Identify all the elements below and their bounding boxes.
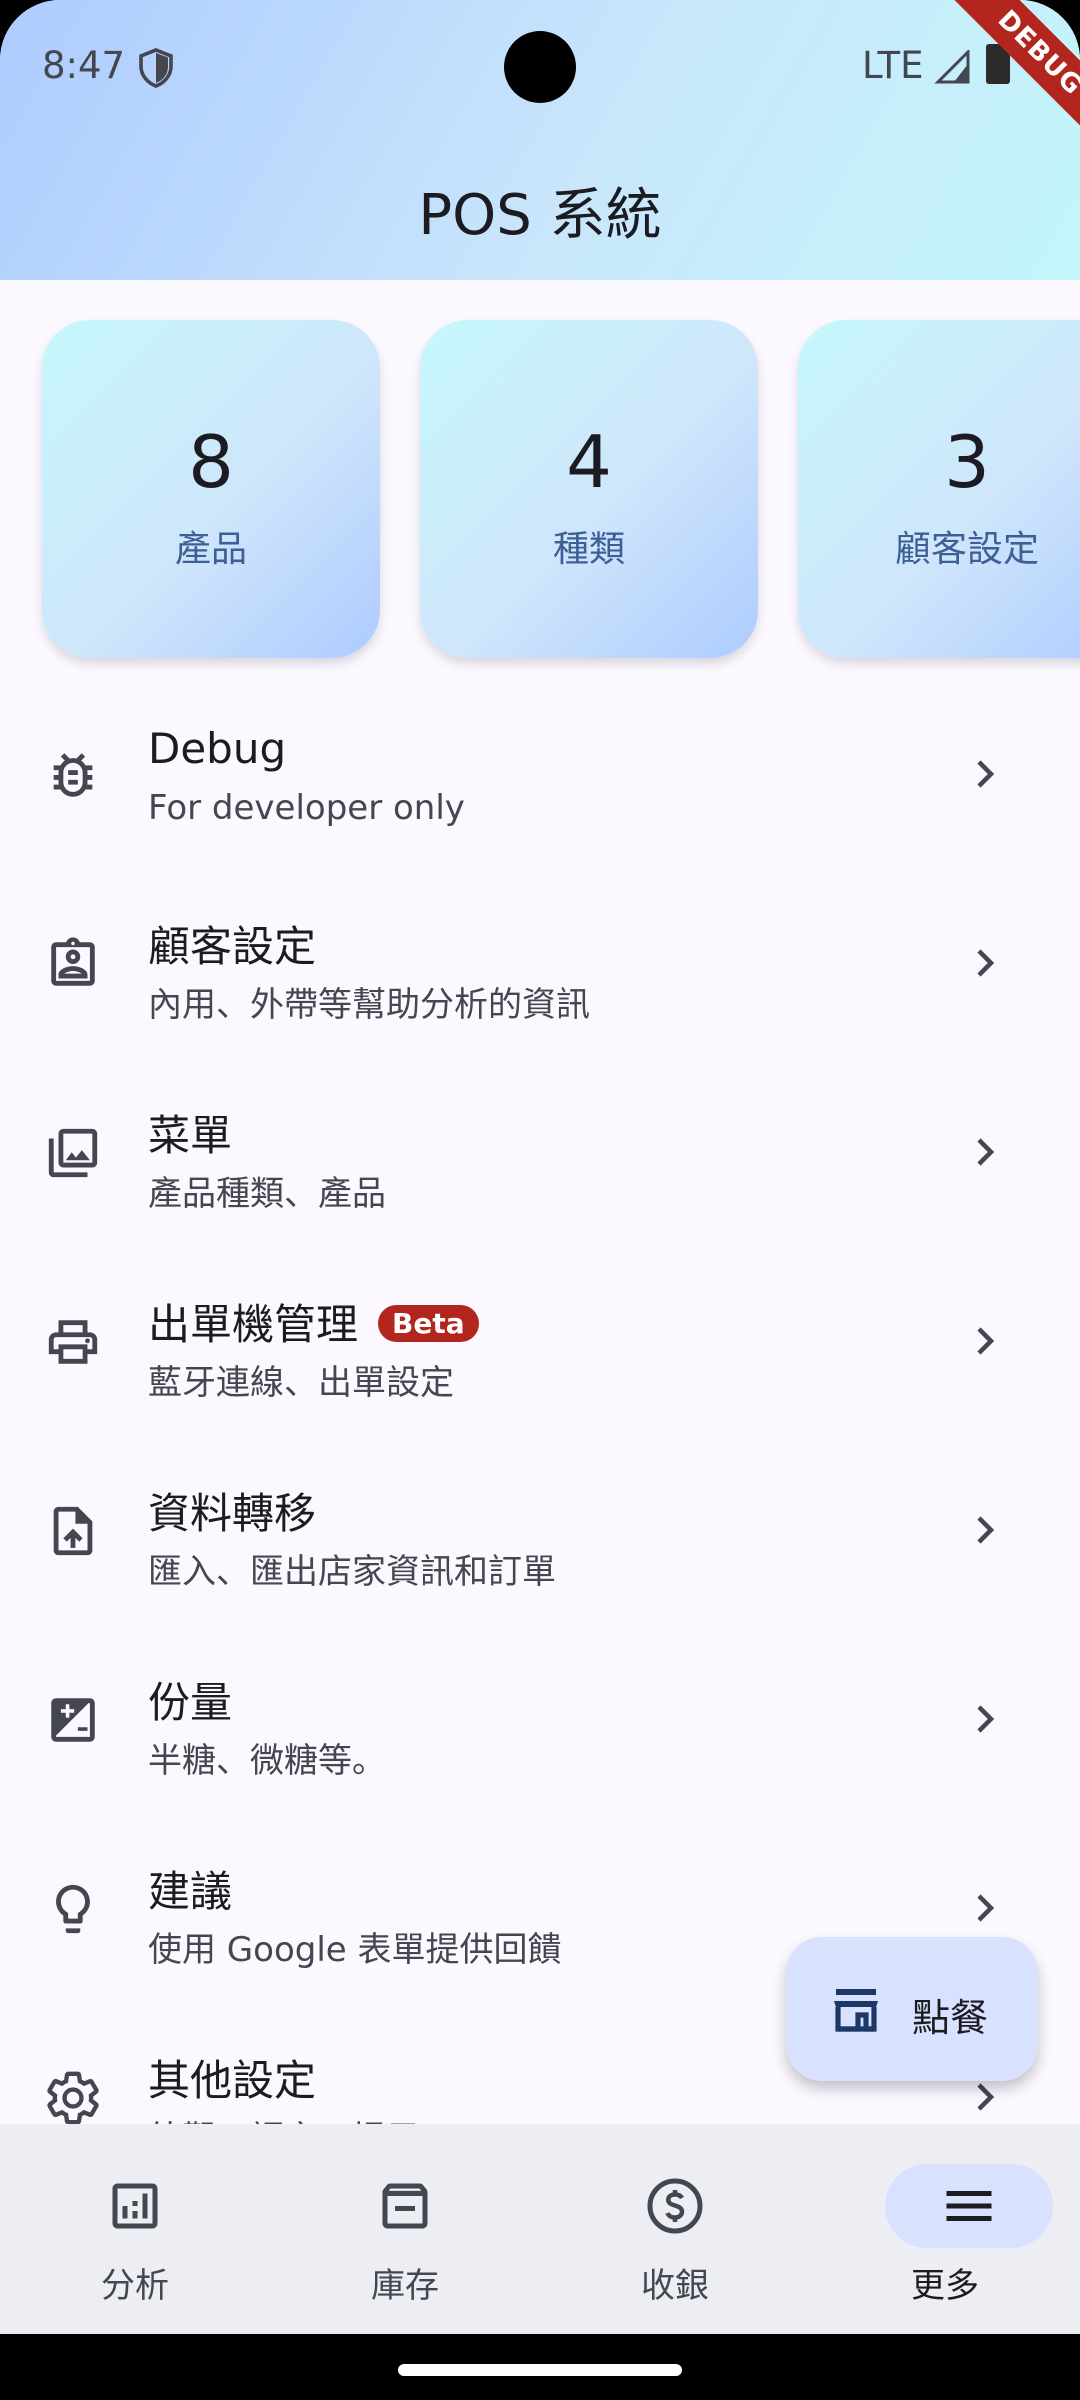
menu-item-printer[interactable]: 出單機管理 Beta 藍牙連線、出單設定 bbox=[0, 1245, 1080, 1434]
fab-label: 點餐 bbox=[912, 1996, 989, 2040]
chevron-right-icon bbox=[970, 754, 1000, 794]
stat-label: 產品 bbox=[174, 529, 247, 570]
nav-label: 分析 bbox=[101, 2266, 169, 2306]
shield-icon bbox=[138, 48, 174, 88]
stat-value: 3 bbox=[944, 420, 990, 504]
menu-item-title: 份量 bbox=[148, 1678, 233, 1727]
app-bar: 8:47 LTE DEBUG POS 系統 bbox=[0, 0, 1080, 280]
storefront-icon bbox=[830, 1985, 882, 2033]
stat-value: 4 bbox=[566, 420, 612, 504]
menu-item-debug[interactable]: Debug For developer only bbox=[0, 678, 1080, 867]
page-title: POS 系統 bbox=[418, 183, 662, 248]
analytics-icon bbox=[105, 2176, 165, 2236]
signal-icon bbox=[934, 50, 970, 84]
dollar-icon bbox=[645, 2176, 705, 2236]
network-type: LTE bbox=[862, 44, 924, 87]
contact-badge-icon bbox=[44, 935, 102, 993]
nav-item-cashier[interactable]: 收銀 bbox=[540, 2124, 810, 2334]
menu-item-title: Debug bbox=[148, 724, 287, 773]
archive-icon bbox=[375, 2176, 435, 2236]
chevron-right-icon bbox=[970, 1510, 1000, 1550]
bug-icon bbox=[44, 746, 102, 804]
app-screen: 8:47 LTE DEBUG POS 系統 8 產品 4 種類 3 顧客設定 D… bbox=[0, 0, 1080, 2400]
gear-icon bbox=[44, 2069, 102, 2127]
nav-item-inventory[interactable]: 庫存 bbox=[270, 2124, 540, 2334]
menu-item-subtitle: 內用、外帶等幫助分析的資訊 bbox=[148, 985, 590, 1025]
gesture-handle[interactable] bbox=[398, 2364, 682, 2376]
menu-item-title: 顧客設定 bbox=[148, 922, 317, 971]
menu-item-title-text: 出單機管理 bbox=[148, 1300, 359, 1349]
stat-label: 種類 bbox=[552, 529, 625, 570]
nav-item-more[interactable]: 更多 bbox=[810, 2124, 1080, 2334]
beta-badge: Beta bbox=[378, 1305, 479, 1342]
menu-item-customer-settings[interactable]: 顧客設定 內用、外帶等幫助分析的資訊 bbox=[0, 867, 1080, 1056]
file-upload-icon bbox=[44, 1502, 102, 1560]
menu-item-subtitle: 藍牙連線、出單設定 bbox=[148, 1363, 454, 1403]
chevron-right-icon bbox=[970, 2077, 1000, 2117]
chevron-right-icon bbox=[970, 1321, 1000, 1361]
nav-label: 收銀 bbox=[641, 2266, 709, 2306]
stat-card-customer-settings[interactable]: 3 顧客設定 bbox=[798, 320, 1080, 658]
printer-icon bbox=[44, 1313, 102, 1371]
menu-item-subtitle: For developer only bbox=[148, 788, 465, 828]
menu-item-menu[interactable]: 菜單 產品種類、產品 bbox=[0, 1056, 1080, 1245]
stat-label: 顧客設定 bbox=[894, 529, 1039, 570]
menu-item-quantity[interactable]: 份量 半糖、微糖等。 bbox=[0, 1623, 1080, 1812]
camera-cutout bbox=[504, 31, 576, 103]
menu-item-subtitle: 產品種類、產品 bbox=[148, 1174, 386, 1214]
bottom-navigation: 分析 庫存 收銀 更多 bbox=[0, 2124, 1080, 2334]
quantity-icon bbox=[44, 1691, 102, 1749]
menu-item-subtitle: 半糖、微糖等。 bbox=[148, 1741, 386, 1781]
photo-library-icon bbox=[44, 1124, 102, 1182]
stat-card-categories[interactable]: 4 種類 bbox=[420, 320, 758, 658]
chevron-right-icon bbox=[970, 1699, 1000, 1739]
nav-item-analytics[interactable]: 分析 bbox=[0, 2124, 270, 2334]
menu-item-subtitle: 匯入、匯出店家資訊和訂單 bbox=[148, 1552, 556, 1592]
chevron-right-icon bbox=[970, 1132, 1000, 1172]
menu-item-title: 出單機管理 Beta bbox=[148, 1291, 479, 1352]
debug-banner: DEBUG bbox=[924, 0, 1080, 169]
menu-icon bbox=[939, 2176, 999, 2236]
menu-item-title: 其他設定 bbox=[148, 2056, 317, 2105]
lightbulb-icon bbox=[44, 1880, 102, 1938]
order-fab-button[interactable]: 點餐 bbox=[786, 1937, 1038, 2081]
menu-item-title: 菜單 bbox=[148, 1111, 233, 1160]
chevron-right-icon bbox=[970, 943, 1000, 983]
menu-item-title: 資料轉移 bbox=[148, 1489, 317, 1538]
menu-item-data-transfer[interactable]: 資料轉移 匯入、匯出店家資訊和訂單 bbox=[0, 1434, 1080, 1623]
menu-item-subtitle: 使用 Google 表單提供回饋 bbox=[148, 1930, 562, 1970]
nav-label: 更多 bbox=[911, 2266, 979, 2306]
menu-item-title: 建議 bbox=[148, 1867, 233, 1916]
nav-label: 庫存 bbox=[371, 2266, 439, 2306]
chevron-right-icon bbox=[970, 1888, 1000, 1928]
status-time: 8:47 bbox=[42, 44, 126, 87]
stat-value: 8 bbox=[188, 420, 234, 504]
stat-card-products[interactable]: 8 產品 bbox=[42, 320, 380, 658]
